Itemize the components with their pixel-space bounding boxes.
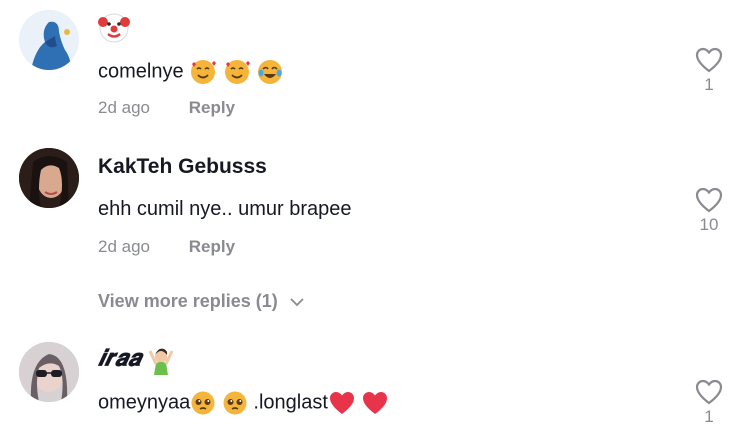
comment-meta: 2d ago Reply <box>98 98 235 118</box>
avatar[interactable] <box>19 342 79 402</box>
avatar-image <box>19 10 79 70</box>
smiling-face-with-hearts-icon <box>191 60 217 84</box>
like-count: 1 <box>704 407 714 426</box>
clown-face-icon <box>98 13 130 43</box>
like-count: 1 <box>704 75 714 94</box>
like-button[interactable]: 1 <box>690 379 728 427</box>
comment-username[interactable]: KakTeh Gebusss <box>98 155 267 179</box>
like-button[interactable]: 1 <box>690 47 728 95</box>
like-count: 10 <box>699 215 719 234</box>
comment-age: 2d ago <box>98 237 150 256</box>
comment-username[interactable] <box>98 12 130 44</box>
pleading-face-icon <box>191 391 215 415</box>
avatar-image <box>19 342 79 402</box>
comment-text: ehh cumil nye.. umur brapee <box>98 198 352 220</box>
comment-text: comelnye <box>98 58 284 86</box>
avatar[interactable] <box>19 148 79 208</box>
comment-text: omeynyaa .longlast <box>98 390 389 416</box>
username-text: 𝒊𝒓𝒂𝒂 <box>98 345 141 371</box>
reply-button[interactable]: Reply <box>189 237 235 256</box>
reply-button[interactable]: Reply <box>189 98 235 117</box>
heart-outline-icon <box>695 379 723 405</box>
red-heart-icon <box>329 392 354 414</box>
avatar-image <box>19 148 79 208</box>
heart-outline-icon <box>695 47 723 73</box>
comment-meta: 2d ago Reply <box>98 237 235 257</box>
view-more-label: View more replies (1) <box>98 291 278 311</box>
smiling-face-with-hearts-icon <box>224 60 250 84</box>
tears-of-joy-icon <box>258 60 283 84</box>
comment-age: 2d ago <box>98 98 150 117</box>
woman-raising-hands-icon <box>148 348 174 375</box>
comment-username[interactable]: 𝒊𝒓𝒂𝒂 <box>98 345 176 375</box>
heart-outline-icon <box>695 187 723 213</box>
chevron-down-icon <box>290 298 304 307</box>
red-heart-icon <box>363 392 388 414</box>
like-button[interactable]: 10 <box>690 187 728 235</box>
pleading-face-icon <box>223 391 247 415</box>
avatar[interactable] <box>19 10 79 70</box>
view-more-replies-button[interactable]: View more replies (1) <box>98 291 305 312</box>
